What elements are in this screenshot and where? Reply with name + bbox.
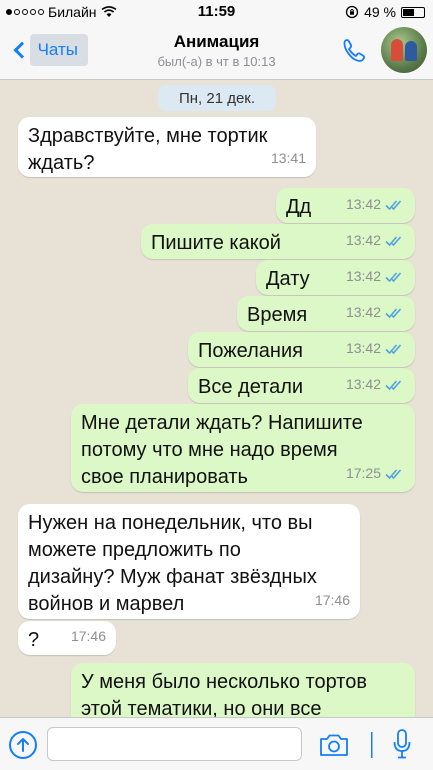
phone-icon[interactable]: [340, 36, 368, 64]
camera-icon[interactable]: [318, 732, 350, 758]
share-button[interactable]: [9, 731, 37, 759]
message-list[interactable]: Пн, 21 дек. Здравствуйте, мне тортик жда…: [0, 81, 433, 717]
contact-avatar[interactable]: [381, 27, 427, 73]
outgoing-message[interactable]: Все детали 13:42: [188, 368, 415, 403]
double-check-icon: [385, 343, 405, 355]
status-bar: Билайн 11:59 49 %: [0, 0, 433, 24]
message-meta: 13:42: [346, 227, 405, 254]
message-meta: 17:46: [71, 623, 106, 650]
double-check-icon: [385, 379, 405, 391]
message-meta: 13:42: [346, 191, 405, 218]
outgoing-message[interactable]: Дату 13:42: [256, 260, 415, 295]
divider-icon: [371, 732, 373, 758]
outgoing-message[interactable]: Время 13:42: [237, 296, 415, 331]
microphone-icon[interactable]: [392, 728, 412, 760]
message-meta: 13:42: [346, 263, 405, 290]
message-text: Здравствуйте, мне тортик ждать?: [28, 125, 268, 174]
message-meta: 17:25: [346, 460, 405, 487]
double-check-icon: [385, 468, 405, 480]
chat-header: Чаты Анимация был(-а) в чт в 10:13: [0, 24, 433, 80]
message-text: Нужен на понедельник, что вы можете пред…: [28, 512, 317, 615]
message-time: 13:42: [345, 268, 381, 284]
message-time: 13:42: [345, 196, 381, 212]
status-right: 49 %: [345, 4, 425, 20]
outgoing-message[interactable]: Пожелания 13:42: [188, 332, 415, 367]
message-time: 13:42: [345, 376, 381, 392]
message-meta: 13:42: [346, 335, 405, 362]
message-input[interactable]: [47, 727, 302, 761]
message-meta: 13:42: [346, 299, 405, 326]
share-arrow-icon: [17, 738, 29, 752]
double-check-icon: [385, 307, 405, 319]
outgoing-message[interactable]: Мне детали ждать? Напишите потому что мн…: [71, 404, 415, 492]
last-seen-status: был(-а) в чт в 10:13: [157, 54, 276, 69]
message-meta: 13:42: [346, 371, 405, 398]
message-time: 17:46: [314, 592, 350, 608]
message-time: 17:25: [345, 465, 381, 481]
message-text: У меня было несколько тортов этой темати…: [81, 671, 367, 717]
input-bar: [0, 717, 433, 770]
outgoing-message[interactable]: У меня было несколько тортов этой темати…: [71, 663, 415, 717]
message-time: 13:42: [345, 232, 381, 248]
message-time: 17:46: [70, 628, 106, 644]
incoming-message[interactable]: ? 17:46: [18, 621, 116, 655]
message-meta: 17:46: [315, 587, 350, 614]
message-time: 13:42: [345, 340, 381, 356]
message-meta: 13:41: [271, 145, 306, 172]
double-check-icon: [385, 235, 405, 247]
battery-icon: [401, 6, 425, 18]
chat-title[interactable]: Анимация: [0, 32, 433, 52]
orientation-lock-icon: [345, 5, 359, 19]
outgoing-message[interactable]: Пишите какой 13:42: [141, 224, 415, 259]
outgoing-message[interactable]: Дд 13:42: [276, 188, 415, 223]
battery-percent: 49 %: [364, 4, 396, 20]
battery-level: [403, 8, 414, 16]
date-separator: Пн, 21 дек.: [158, 85, 276, 111]
incoming-message[interactable]: Здравствуйте, мне тортик ждать? 13:41: [18, 117, 316, 177]
incoming-message[interactable]: Нужен на понедельник, что вы можете пред…: [18, 504, 360, 619]
double-check-icon: [385, 199, 405, 211]
double-check-icon: [385, 271, 405, 283]
message-time: 13:42: [345, 304, 381, 320]
message-time: 13:41: [270, 150, 306, 166]
